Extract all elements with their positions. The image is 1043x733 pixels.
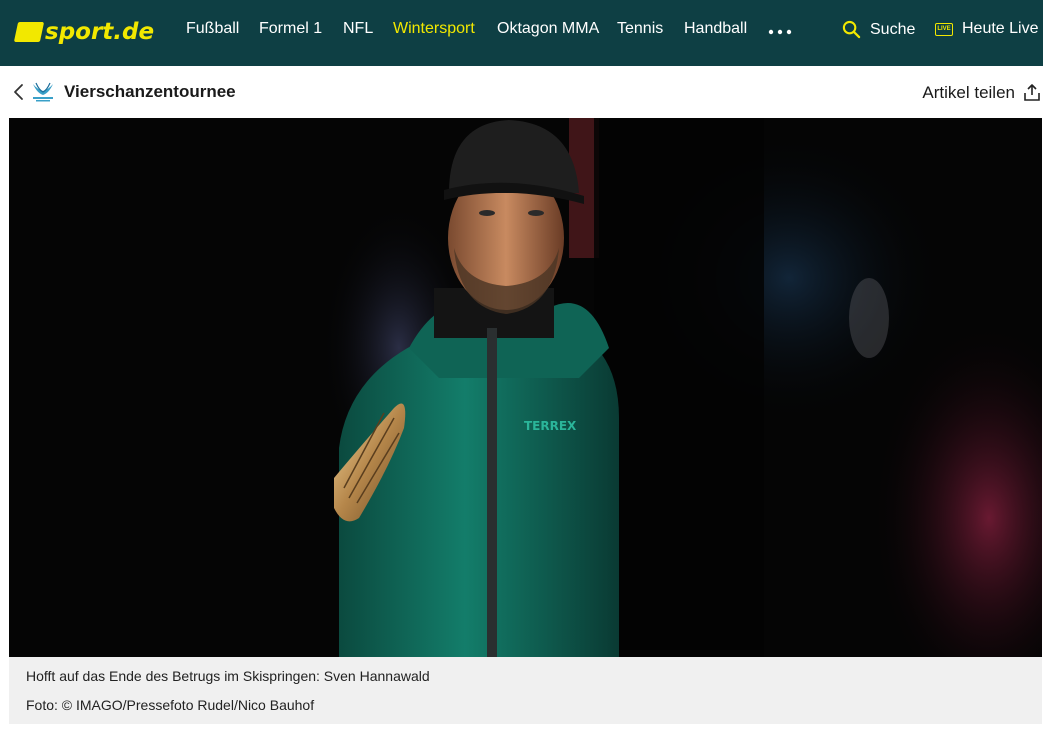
nav-item-nfl[interactable]: NFL <box>343 20 373 38</box>
share-label: Artikel teilen <box>922 83 1015 102</box>
share-icon <box>1024 84 1040 101</box>
more-horizontal-icon[interactable] <box>768 28 792 36</box>
section-title[interactable]: Vierschanzentournee <box>64 82 236 102</box>
search-button[interactable]: Suche <box>842 20 915 39</box>
nav-item-wintersport[interactable]: Wintersport <box>393 20 475 38</box>
search-label: Suche <box>870 20 916 38</box>
image-caption-box: Hofft auf das Ende des Betrugs im Skispr… <box>9 657 1042 724</box>
heute-live-label: Heute Live <box>962 20 1039 37</box>
search-icon <box>842 20 861 39</box>
section-header: Vierschanzentournee Artikel teilen <box>0 66 1043 118</box>
nav-item-tennis[interactable]: Tennis <box>617 20 663 38</box>
nav-item-oktagon-mma[interactable]: Oktagon MMA <box>497 20 599 38</box>
nav-item-formel-1[interactable]: Formel 1 <box>259 20 322 38</box>
sport-de-logo[interactable]: sport.de <box>13 18 155 46</box>
nav-item-handball[interactable]: Handball <box>684 20 747 38</box>
chevron-left-icon[interactable] <box>12 82 26 102</box>
portrait-photo: TERREX <box>9 118 1042 657</box>
logo-mark <box>13 22 45 42</box>
share-article-button[interactable]: Artikel teilen <box>922 83 1041 103</box>
nav-item-fussball[interactable]: Fußball <box>186 20 239 38</box>
live-badge-icon: LIVE <box>935 22 953 36</box>
vierschanzentournee-logo <box>33 82 53 102</box>
image-credit: Foto: © IMAGO/Pressefoto Rudel/Nico Bauh… <box>26 697 315 713</box>
logo-text: sport.de <box>45 19 155 45</box>
article-hero-image: TERREX <box>9 118 1042 657</box>
image-caption: Hofft auf das Ende des Betrugs im Skispr… <box>26 668 430 684</box>
top-navigation: sport.de Fußball Formel 1 NFL Winterspor… <box>0 0 1043 66</box>
heute-live-button[interactable]: LIVE Heute Live <box>935 20 1039 38</box>
terrex-logo: TERREX <box>524 419 577 433</box>
